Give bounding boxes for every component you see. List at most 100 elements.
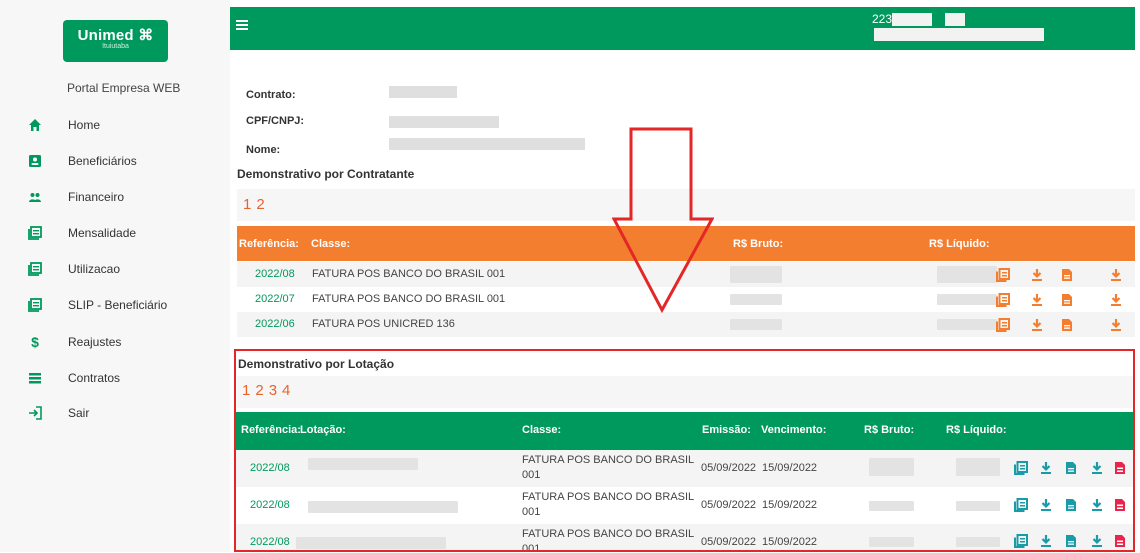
- page-link[interactable]: 4: [282, 382, 290, 399]
- pdf-icon[interactable]: [1113, 461, 1127, 475]
- page-link[interactable]: 1: [242, 382, 250, 399]
- logo-city: Ituiutaba: [102, 43, 129, 50]
- page-link[interactable]: 2: [255, 382, 263, 399]
- emissao-cell: 05/09/2022: [701, 462, 757, 474]
- col-vencimento: Vencimento:: [761, 424, 827, 436]
- contrato-value: [389, 86, 457, 98]
- classe-cell: FATURA POS BANCO DO BRASIL: [522, 491, 695, 503]
- home-icon: [29, 119, 41, 131]
- documents-icon[interactable]: [996, 268, 1010, 282]
- lotacao-table-header: Referência: Lotação: Classe: Emissão: Ve…: [236, 412, 1133, 450]
- sidebar-item-contratos[interactable]: Contratos: [0, 363, 230, 393]
- list-icon: [29, 373, 41, 384]
- contrato-label: Contrato:: [246, 89, 296, 101]
- nome-value: [389, 138, 585, 150]
- classe-cell: FATURA POS BANCO DO BRASIL: [522, 454, 695, 466]
- col-referencia: Referência:: [239, 238, 299, 250]
- file-icon[interactable]: [1064, 534, 1078, 548]
- download-icon[interactable]: [1039, 498, 1053, 512]
- download-icon[interactable]: [1109, 318, 1123, 332]
- classe-cell: FATURA POS UNICRED 136: [312, 318, 455, 330]
- sidebar-item-beneficiarios[interactable]: Beneficiários: [0, 146, 230, 176]
- cpf-cnpj-label: CPF/CNPJ:: [246, 115, 305, 127]
- table-row: 2022/08 FATURA POS BANCO DO BRASIL 001 0…: [236, 524, 1133, 550]
- download-icon[interactable]: [1090, 498, 1104, 512]
- ref-link[interactable]: 2022/06: [255, 318, 295, 330]
- nome-label: Nome:: [246, 144, 281, 156]
- ref-link[interactable]: 2022/08: [255, 268, 295, 280]
- classe-cell-line2: 001: [522, 506, 541, 518]
- ref-link[interactable]: 2022/08: [250, 499, 290, 511]
- document-list-icon: [28, 262, 42, 276]
- col-emissao: Emissão:: [702, 424, 751, 436]
- page-link[interactable]: 1: [243, 196, 251, 213]
- top-bar: 223: [230, 7, 1135, 50]
- col-liquido: R$ Líquido:: [946, 424, 1007, 436]
- document-list-icon: [28, 298, 42, 312]
- menu-icon[interactable]: [236, 20, 248, 30]
- sidebar-item-label: Sair: [68, 406, 90, 420]
- user-id: 223: [872, 12, 893, 26]
- ref-link[interactable]: 2022/07: [255, 293, 295, 305]
- sidebar-item-home[interactable]: Home: [0, 110, 230, 140]
- pdf-icon[interactable]: [1113, 534, 1127, 548]
- sidebar-item-mensalidade[interactable]: Mensalidade: [0, 218, 230, 248]
- download-icon[interactable]: [1030, 293, 1044, 307]
- lotacao-section-title: Demonstrativo por Lotação: [238, 357, 395, 371]
- file-icon[interactable]: [1064, 461, 1078, 475]
- col-referencia: Referência:: [241, 424, 301, 436]
- sidebar-item-slip-beneficiario[interactable]: SLIP - Beneficiário: [0, 290, 230, 320]
- vencimento-cell: 15/09/2022: [762, 536, 818, 548]
- classe-cell: FATURA POS BANCO DO BRASIL: [522, 528, 695, 540]
- download-icon[interactable]: [1090, 534, 1104, 548]
- sidebar-item-financeiro[interactable]: Financeiro: [0, 182, 230, 212]
- logo-title: Unimed: [77, 27, 134, 44]
- file-icon[interactable]: [1060, 318, 1074, 332]
- file-icon[interactable]: [1064, 498, 1078, 512]
- download-icon[interactable]: [1109, 268, 1123, 282]
- unimed-logo[interactable]: Unimed ⌘ Ituiutaba: [63, 20, 168, 62]
- users-icon: [29, 193, 41, 202]
- download-icon[interactable]: [1030, 318, 1044, 332]
- sidebar-item-reajustes[interactable]: $ Reajustes: [0, 327, 230, 357]
- col-classe: Classe:: [522, 424, 562, 436]
- sidebar-item-label: Home: [68, 118, 101, 132]
- sidebar-item-label: SLIP - Beneficiário: [68, 298, 168, 312]
- logo-mark-icon: ⌘: [138, 27, 154, 44]
- download-icon[interactable]: [1039, 534, 1053, 548]
- download-icon[interactable]: [1090, 461, 1104, 475]
- callout-arrow: [612, 127, 714, 313]
- page-link[interactable]: 2: [256, 196, 264, 213]
- sign-out-icon: [29, 406, 42, 420]
- file-icon[interactable]: [1060, 268, 1074, 282]
- download-icon[interactable]: [1030, 268, 1044, 282]
- documents-icon[interactable]: [1014, 498, 1028, 512]
- file-icon[interactable]: [1060, 293, 1074, 307]
- document-list-icon: [28, 226, 42, 240]
- sidebar-item-label: Contratos: [68, 371, 121, 385]
- dollar-icon: $: [31, 334, 39, 350]
- page-link[interactable]: 3: [269, 382, 277, 399]
- download-icon[interactable]: [1039, 461, 1053, 475]
- sidebar-item-sair[interactable]: Sair: [0, 398, 230, 428]
- documents-icon[interactable]: [1014, 461, 1028, 475]
- user-info: 223: [872, 12, 1135, 41]
- sidebar-item-label: Beneficiários: [68, 154, 137, 168]
- sidebar-item-label: Mensalidade: [68, 226, 137, 240]
- ref-link[interactable]: 2022/08: [250, 462, 290, 474]
- table-row: 2022/08 FATURA POS BANCO DO BRASIL 001 0…: [236, 450, 1133, 487]
- ref-link[interactable]: 2022/08: [250, 536, 290, 548]
- pdf-icon[interactable]: [1113, 498, 1127, 512]
- id-card-icon: [29, 155, 41, 167]
- sidebar-item-label: Reajustes: [68, 335, 122, 349]
- download-icon[interactable]: [1109, 293, 1123, 307]
- documents-icon[interactable]: [1014, 534, 1028, 548]
- sidebar-item-label: Financeiro: [68, 190, 125, 204]
- portal-name: Portal Empresa WEB: [67, 81, 181, 95]
- lotacao-pagination: 1234: [237, 376, 1133, 408]
- col-bruto: R$ Bruto:: [733, 238, 784, 250]
- col-liquido: R$ Líquido:: [929, 238, 990, 250]
- documents-icon[interactable]: [996, 318, 1010, 332]
- documents-icon[interactable]: [996, 293, 1010, 307]
- sidebar-item-utilizacao[interactable]: Utilizacao: [0, 254, 230, 284]
